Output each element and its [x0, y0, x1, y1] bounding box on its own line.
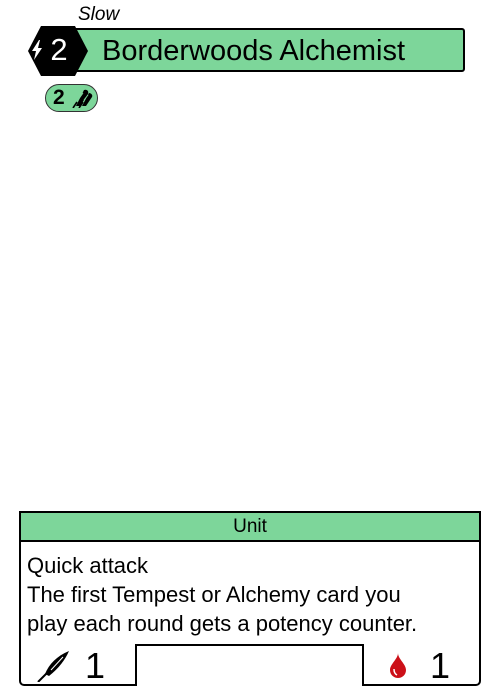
quill-feather-icon — [37, 651, 69, 682]
card-speed: Slow — [78, 4, 120, 25]
card-cost: 2 — [50, 32, 68, 67]
rules-text-line: The first Tempest or Alchemy card you — [27, 582, 401, 607]
card-name: Borderwoods Alchemist — [102, 35, 406, 67]
rules-text-line: play each round gets a potency counter. — [27, 611, 418, 636]
health-value: 1 — [430, 645, 451, 686]
power-box: 1 — [19, 644, 137, 686]
lightning-bolt-icon — [32, 40, 42, 60]
health-box: 1 — [362, 644, 481, 686]
card-type-bar: Unit — [19, 511, 481, 542]
keyword-line: Quick attack — [27, 553, 149, 578]
power-value: 1 — [85, 645, 106, 686]
influence-cost-pill: 2 — [45, 84, 98, 112]
influence-cost-value: 2 — [53, 86, 65, 109]
card-name-bar: Borderwoods Alchemist — [46, 28, 465, 72]
rules-text-box: Quick attack The first Tempest or Alchem… — [19, 540, 481, 646]
stacked-feathers-icon — [72, 89, 93, 108]
blood-drop-icon — [390, 653, 406, 678]
